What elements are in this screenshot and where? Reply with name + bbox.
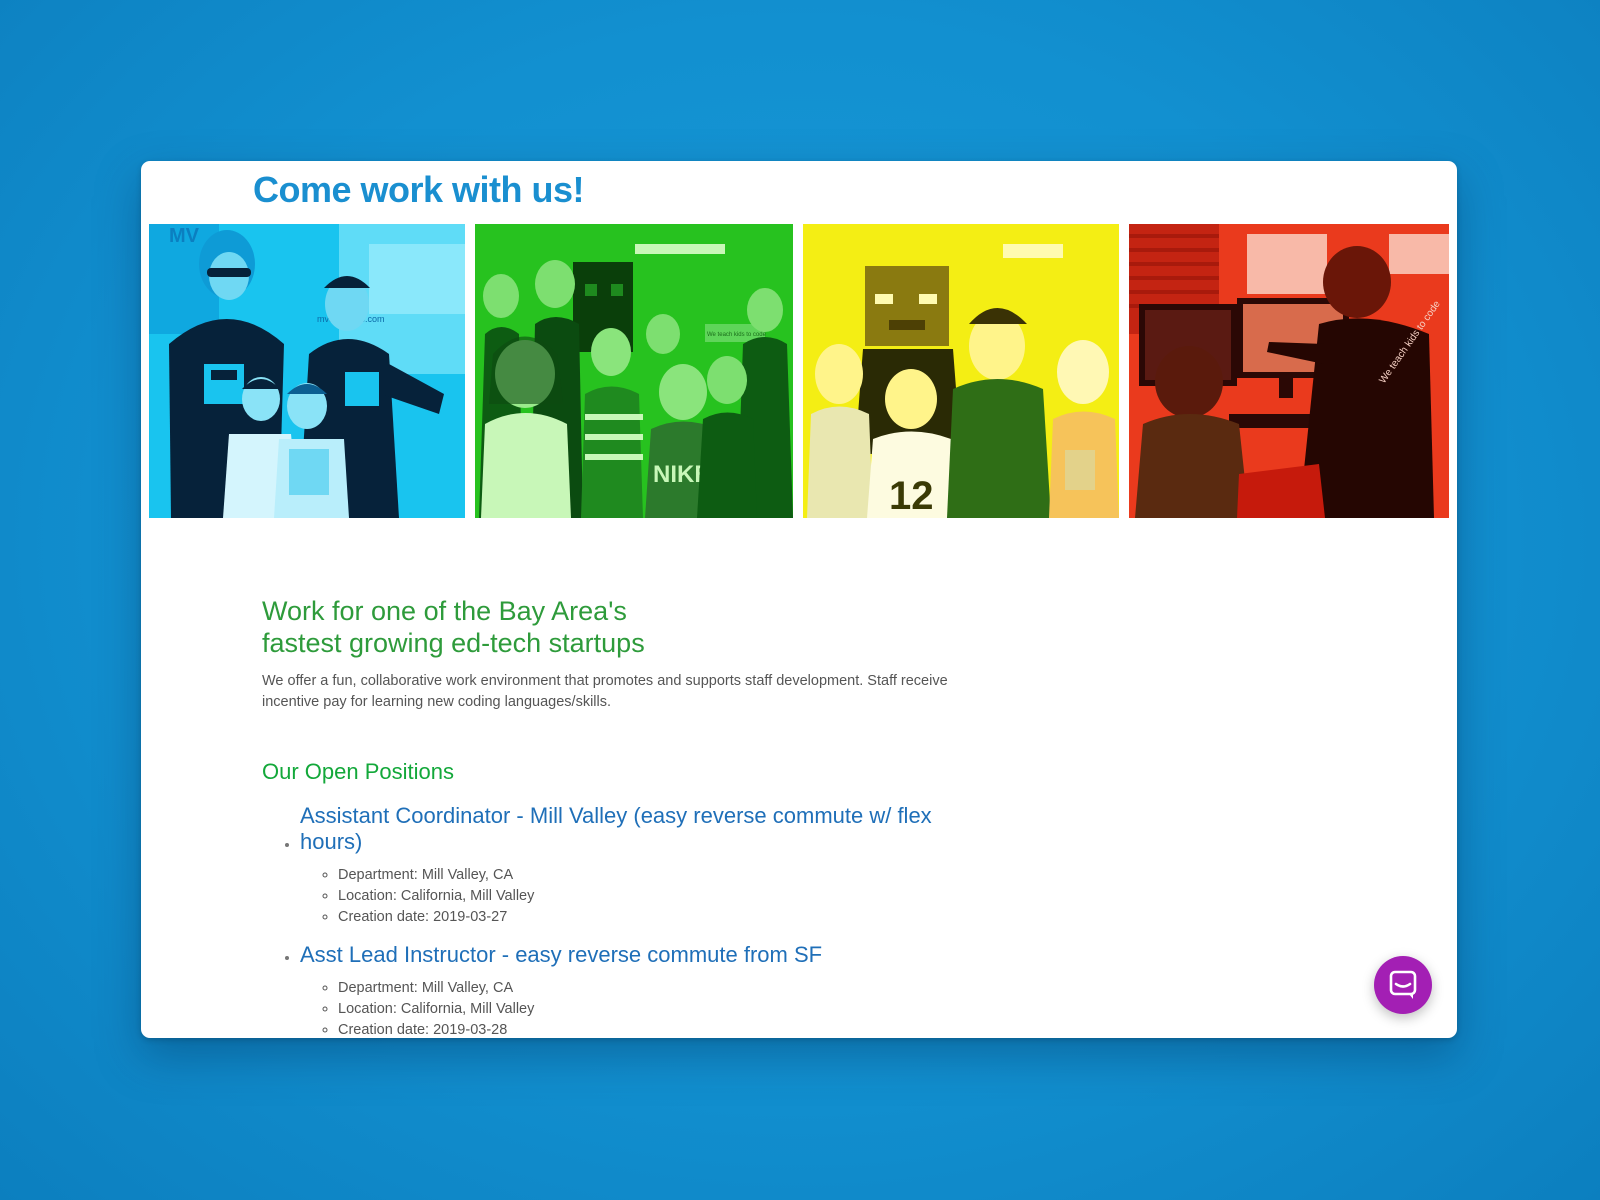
hero-heading-line2: fastest growing ed-tech startups <box>262 628 645 658</box>
job-location: Location: California, Mill Valley <box>338 886 962 907</box>
job-department: Department: Mill Valley, CA <box>338 978 962 999</box>
job-location: Location: California, Mill Valley <box>338 999 962 1020</box>
job-title-link[interactable]: Asst Lead Instructor - easy reverse comm… <box>300 942 950 968</box>
chat-bubble-icon <box>1389 970 1417 999</box>
job-department: Department: Mill Valley, CA <box>338 865 962 886</box>
hero-heading-line1: Work for one of the Bay Area's <box>262 596 627 626</box>
kids-photo-yellow: 12 <box>803 224 1119 518</box>
signage-text: We teach kids to code <box>707 332 767 338</box>
job-meta-list: Department: Mill Valley, CA Location: Ca… <box>300 865 962 928</box>
job-list: Assistant Coordinator - Mill Valley (eas… <box>262 803 962 1038</box>
hero-description: We offer a fun, collaborative work envir… <box>262 673 948 710</box>
job-item: Assistant Coordinator - Mill Valley (eas… <box>300 803 962 928</box>
job-item: Asst Lead Instructor - easy reverse comm… <box>300 942 962 1038</box>
page-title: Come work with us! <box>253 169 585 210</box>
signage-text: MV <box>169 225 200 247</box>
chat-button[interactable] <box>1374 956 1432 1014</box>
kids-photo-green: We teach kids to code NIKE <box>475 224 793 518</box>
browser-window: Come work with us! MV mvcodeclub.com <box>141 161 1457 1038</box>
team-photo-blue: MV mvcodeclub.com <box>149 224 465 518</box>
shirt-number: 12 <box>889 474 934 518</box>
content-section: Work for one of the Bay Area's fastest g… <box>262 595 962 1038</box>
job-meta-list: Department: Mill Valley, CA Location: Ca… <box>300 978 962 1038</box>
positions-heading: Our Open Positions <box>262 759 454 784</box>
job-created: Creation date: 2019-03-28 <box>338 1020 962 1038</box>
job-title-link[interactable]: Assistant Coordinator - Mill Valley (eas… <box>300 803 950 855</box>
classroom-photo-red: We teach kids to code <box>1129 224 1449 518</box>
hero-heading: Work for one of the Bay Area's fastest g… <box>262 595 962 659</box>
job-created: Creation date: 2019-03-27 <box>338 907 962 928</box>
